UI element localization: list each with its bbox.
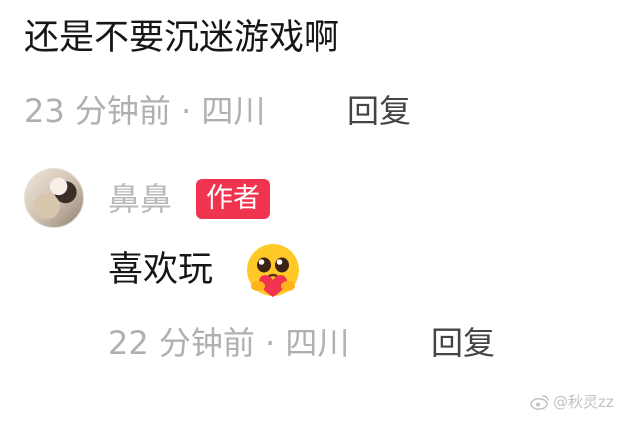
comment-meta: 23 分钟前 · 四川	[24, 92, 266, 130]
comment-text: 还是不要沉迷游戏啊	[24, 18, 340, 58]
reply-text: 喜欢玩	[108, 250, 214, 290]
reply-meta: 22 分钟前 · 四川	[108, 324, 350, 362]
avatar[interactable]	[24, 168, 84, 228]
watermark-text: @秋灵zz	[553, 393, 614, 411]
reply-button[interactable]: 回复	[431, 320, 495, 366]
reply-button[interactable]: 回复	[347, 88, 411, 134]
author-name[interactable]: 鼻鼻	[108, 176, 172, 222]
weibo-icon	[530, 395, 549, 410]
heart-hug-emoji-icon	[247, 244, 299, 297]
watermark: @秋灵zz	[530, 390, 614, 414]
author-badge: 作者	[196, 179, 270, 219]
